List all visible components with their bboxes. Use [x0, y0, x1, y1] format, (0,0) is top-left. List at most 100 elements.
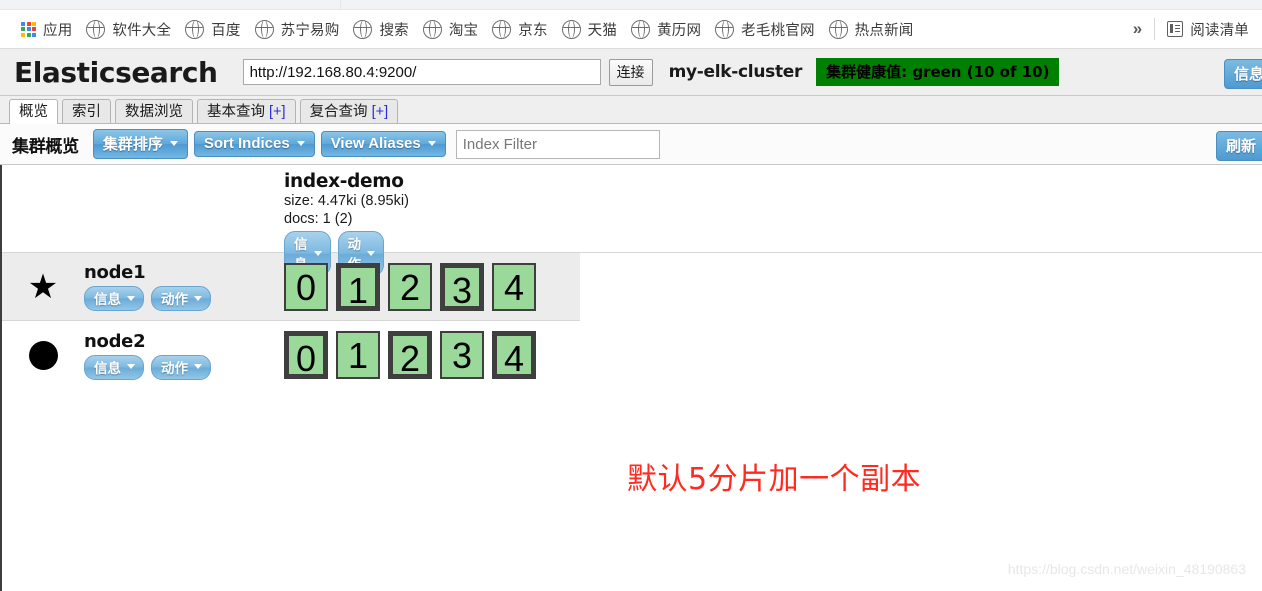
- node-badge: ★: [2, 270, 84, 304]
- globe-icon: [828, 19, 848, 39]
- bookmark-label: 应用: [43, 22, 73, 39]
- shard-primary[interactable]: 1: [336, 262, 380, 311]
- node-actions-button[interactable]: 动作: [151, 354, 211, 380]
- tab-label: 数据浏览: [125, 104, 183, 120]
- shard-replica[interactable]: 4: [492, 262, 536, 311]
- browser-tab[interactable]: [340, 0, 369, 9]
- bookmark-apps[interactable]: 应用: [14, 16, 79, 42]
- chevron-down-icon: [313, 250, 322, 256]
- bookmark-label: 软件大全: [112, 22, 172, 39]
- tab-indices[interactable]: 索引: [62, 99, 111, 123]
- bookmark-search[interactable]: 搜索: [346, 16, 415, 42]
- globe-icon: [715, 19, 735, 39]
- tab-expand-icon: [+]: [269, 104, 286, 120]
- cluster-health-badge: 集群健康值: green (10 of 10): [816, 58, 1060, 86]
- tab-bar: 概览 索引 数据浏览 基本查询 [+] 复合查询 [+]: [0, 96, 1262, 124]
- sort-indices-dropdown[interactable]: Sort Indices: [193, 131, 315, 157]
- bookmark-hotnews[interactable]: 热点新闻: [822, 16, 921, 42]
- index-docs: docs: 1 (2): [284, 211, 353, 227]
- tab-composite-query[interactable]: 复合查询 [+]: [299, 99, 399, 123]
- node-actions-label: 动作: [161, 360, 188, 376]
- node-actions-label: 动作: [161, 292, 188, 307]
- browser-tab-strip: [0, 0, 1262, 10]
- bookmarks-overflow-button[interactable]: »: [1125, 19, 1154, 39]
- tab-label: 复合查询: [309, 104, 368, 120]
- sort-nodes-label: 集群排序: [102, 136, 163, 153]
- bookmark-label: 百度: [211, 22, 241, 39]
- elasticsearch-head-app: Elasticsearch 连接 my-elk-cluster 集群健康值: g…: [0, 49, 1262, 591]
- page-title: 集群概览: [12, 136, 79, 157]
- apps-grid-icon: [21, 21, 36, 37]
- shard-replica[interactable]: 0: [284, 262, 328, 311]
- index-filter-input[interactable]: [455, 129, 660, 159]
- cluster-url-input[interactable]: [242, 59, 601, 85]
- reading-list-label: 阅读清单: [1190, 22, 1249, 39]
- node-info-button[interactable]: 信息: [84, 286, 144, 311]
- shard-primary[interactable]: 0: [284, 331, 328, 379]
- bookmark-taobao[interactable]: 淘宝: [416, 16, 485, 42]
- cluster-name: my-elk-cluster: [668, 62, 803, 82]
- refresh-button[interactable]: 刷新: [1215, 131, 1262, 161]
- chevron-down-icon: [296, 141, 305, 146]
- chevron-down-icon: [367, 250, 375, 256]
- bookmark-suning[interactable]: 苏宁易购: [248, 16, 347, 42]
- bookmark-baidu[interactable]: 百度: [178, 16, 247, 42]
- watermark: https://blog.csdn.net/weixin_48190863: [1007, 561, 1246, 577]
- sort-indices-label: Sort Indices: [203, 135, 290, 152]
- bookmark-laomaotao[interactable]: 老毛桃官网: [708, 16, 822, 42]
- bookmark-softwares[interactable]: 软件大全: [79, 16, 178, 42]
- circle-icon: [28, 340, 58, 370]
- globe-icon: [422, 19, 442, 39]
- node-name: node2: [84, 330, 146, 352]
- sort-nodes-dropdown[interactable]: 集群排序: [92, 129, 188, 159]
- app-logo: Elasticsearch: [14, 55, 218, 89]
- tab-label: 索引: [72, 104, 101, 120]
- node-name: node1: [84, 262, 146, 283]
- shard-primary[interactable]: 3: [440, 262, 484, 311]
- node-row: node2 信息 动作 0 1 2 3 4: [2, 321, 1262, 389]
- app-header: Elasticsearch 连接 my-elk-cluster 集群健康值: g…: [0, 49, 1262, 96]
- reading-list-button[interactable]: 阅读清单: [1163, 16, 1256, 42]
- overview-toolbar: 集群概览 集群排序 Sort Indices View Aliases 刷新: [0, 124, 1262, 165]
- globe-icon: [492, 19, 512, 39]
- node-action-buttons: 信息 动作: [84, 354, 284, 380]
- node-info: node1 信息 动作: [84, 262, 284, 311]
- node-row: ★ node1 信息 动作 0 1 2 3 4: [2, 253, 580, 321]
- index-header-spacer: [2, 165, 284, 252]
- shard-replica[interactable]: 1: [336, 331, 380, 379]
- bookmark-jd[interactable]: 京东: [485, 16, 554, 42]
- shard-replica[interactable]: 3: [440, 331, 484, 379]
- tab-label: 基本查询: [207, 104, 265, 120]
- bookmark-label: 搜索: [379, 22, 409, 39]
- tab-data-browse[interactable]: 数据浏览: [115, 99, 193, 123]
- tab-basic-query[interactable]: 基本查询 [+]: [197, 99, 296, 123]
- bookmark-label: 淘宝: [448, 22, 479, 39]
- node-info-button[interactable]: 信息: [84, 354, 144, 380]
- shard-primary[interactable]: 2: [388, 331, 432, 379]
- connect-button[interactable]: 连接: [608, 58, 653, 86]
- index-size: size: 4.47ki (8.95ki): [284, 193, 409, 209]
- reading-list-icon: [1167, 21, 1184, 37]
- bookmark-label: 热点新闻: [854, 22, 914, 39]
- index-column-header: index-demo size: 4.47ki (8.95ki) docs: 1…: [284, 165, 409, 276]
- cluster-overview-table: index-demo size: 4.47ki (8.95ki) docs: 1…: [0, 165, 1262, 591]
- shard-replica[interactable]: 2: [388, 262, 432, 311]
- chevron-down-icon: [169, 141, 178, 146]
- tab-overview[interactable]: 概览: [9, 99, 58, 124]
- view-aliases-label: View Aliases: [330, 135, 421, 152]
- node-action-buttons: 信息 动作: [84, 286, 284, 311]
- bookmark-tmall[interactable]: 天猫: [555, 16, 624, 42]
- star-icon: ★: [27, 266, 59, 307]
- index-name: index-demo: [284, 171, 404, 192]
- tab-label: 概览: [19, 104, 48, 120]
- chevron-down-icon: [127, 295, 135, 301]
- bookmark-huangli[interactable]: 黄历网: [624, 16, 708, 42]
- refresh-button-wrap: 刷新: [1215, 131, 1262, 161]
- header-info-button[interactable]: 信息: [1223, 59, 1262, 89]
- chevron-down-icon: [127, 364, 135, 369]
- view-aliases-dropdown[interactable]: View Aliases: [320, 131, 446, 157]
- globe-icon: [185, 19, 205, 39]
- node-actions-button[interactable]: 动作: [151, 286, 211, 311]
- bookmark-label: 京东: [518, 22, 548, 39]
- shard-primary[interactable]: 4: [492, 331, 536, 379]
